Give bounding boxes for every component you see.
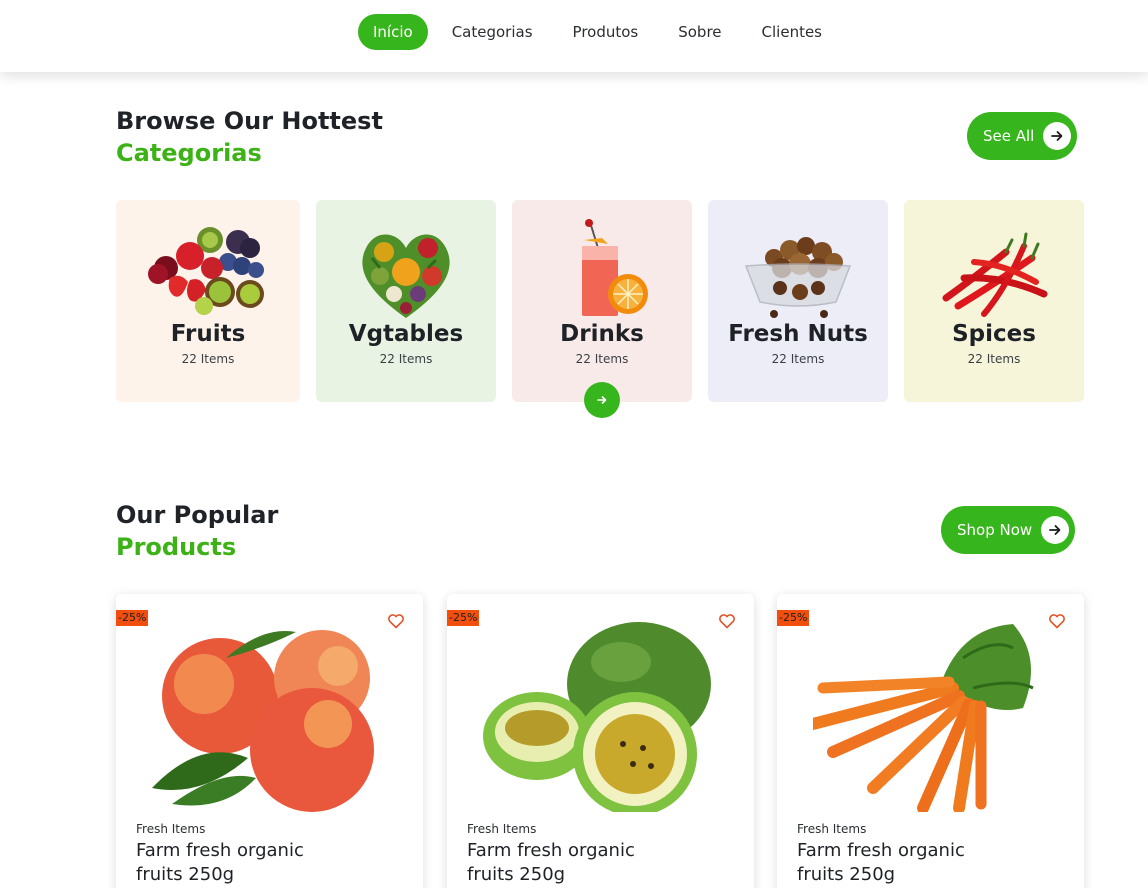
category-card-drinks[interactable]: Drinks 22 Items	[512, 200, 692, 402]
category-card-vegetables[interactable]: Vgtables 22 Items	[316, 200, 496, 402]
nav-item-sobre[interactable]: Sobre	[662, 14, 737, 50]
product-title[interactable]: Farm fresh organic fruits 250g	[467, 839, 667, 887]
products-heading: Our Popular Products	[116, 499, 278, 563]
header: Início Categorias Produtos Sobre Cliente…	[0, 0, 1148, 72]
arrow-right-icon	[1041, 516, 1070, 544]
category-count: 22 Items	[181, 352, 235, 366]
category-count: 22 Items	[967, 352, 1021, 366]
product-category: Fresh Items	[136, 822, 206, 836]
heart-icon[interactable]	[1048, 612, 1066, 630]
category-count: 22 Items	[379, 352, 433, 366]
peaches-image	[152, 630, 374, 812]
carrots-image	[813, 624, 1034, 812]
heart-icon[interactable]	[387, 612, 405, 630]
product-category: Fresh Items	[797, 822, 867, 836]
shop-now-label: Shop Now	[957, 521, 1033, 539]
passion-fruit-image	[483, 622, 711, 812]
product-title[interactable]: Farm fresh organic fruits 250g	[136, 839, 336, 887]
category-name: Fruits	[170, 321, 246, 347]
discount-badge: -25%	[447, 610, 480, 626]
nav-item-categorias[interactable]: Categorias	[436, 14, 549, 50]
product-card[interactable]: -25% Fresh Items Farm fresh organic frui…	[116, 594, 423, 888]
main-nav: Início Categorias Produtos Sobre Cliente…	[358, 14, 846, 50]
category-name: Fresh Nuts	[728, 321, 868, 347]
category-name: Vgtables	[348, 321, 464, 347]
category-name: Drinks	[560, 321, 644, 347]
product-card[interactable]: -25% Fresh Items Farm fresh organic frui…	[777, 594, 1084, 888]
arrow-right-icon	[1043, 122, 1072, 150]
nav-item-inicio[interactable]: Início	[358, 14, 428, 50]
categories-heading-line2: Categorias	[116, 139, 262, 167]
discount-badge: -25%	[777, 610, 810, 626]
see-all-label: See All	[983, 127, 1035, 145]
category-arrow-button[interactable]	[584, 382, 620, 418]
heart-icon[interactable]	[718, 612, 736, 630]
category-card-fruits[interactable]: Fruits 22 Items	[116, 200, 300, 402]
category-name: Spices	[952, 321, 1036, 347]
product-category: Fresh Items	[467, 822, 537, 836]
discount-badge: -25%	[116, 610, 149, 626]
spices-image	[942, 232, 1048, 317]
see-all-button[interactable]: See All	[967, 112, 1078, 160]
categories-heading-line1: Browse Our Hottest	[116, 107, 383, 135]
categories-heading: Browse Our Hottest Categorias	[116, 105, 383, 169]
arrow-right-icon	[597, 396, 607, 404]
category-card-spices[interactable]: Spices 22 Items	[904, 200, 1084, 402]
fruits-image	[148, 227, 264, 315]
shop-now-button[interactable]: Shop Now	[941, 506, 1076, 554]
nuts-image	[744, 237, 852, 318]
product-title[interactable]: Farm fresh organic fruits 250g	[797, 839, 997, 887]
products-heading-line1: Our Popular	[116, 501, 279, 529]
category-count: 22 Items	[575, 352, 629, 366]
product-card[interactable]: -25% Fresh Items Farm fresh organic frui…	[447, 594, 754, 888]
category-count: 22 Items	[771, 352, 825, 366]
drinks-image	[582, 219, 648, 316]
nav-item-clientes[interactable]: Clientes	[746, 14, 838, 50]
vegetables-image	[362, 234, 450, 318]
products-heading-line2: Products	[116, 533, 237, 561]
nav-item-produtos[interactable]: Produtos	[557, 14, 655, 50]
category-card-fresh-nuts[interactable]: Fresh Nuts 22 Items	[708, 200, 888, 402]
